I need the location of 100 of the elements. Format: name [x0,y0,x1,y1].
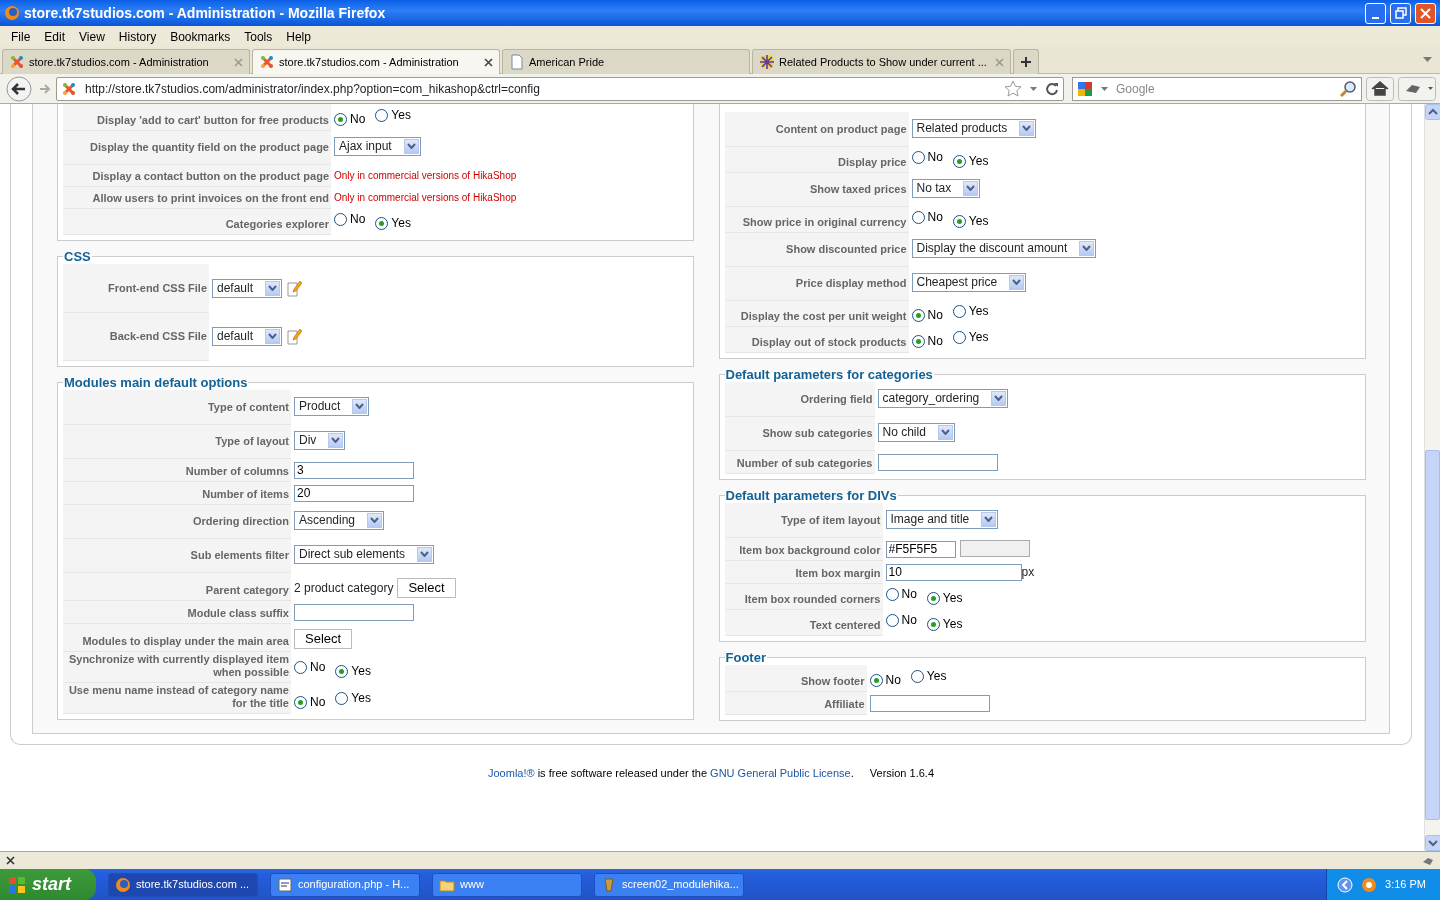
close-tab-icon[interactable] [484,57,493,67]
radio-button[interactable]: Yes [952,152,989,170]
dropdown[interactable]: Ascending [294,510,385,530]
radio-button[interactable]: Yes [926,589,963,608]
radio-button[interactable]: Yes [952,302,989,320]
menu-item[interactable]: History [111,27,164,46]
field-label: Back-end CSS File [109,330,207,344]
taskbar-button[interactable]: www [432,872,582,897]
dropdown[interactable]: Direct sub elements [294,544,435,564]
dropdown[interactable]: Cheapest price [911,272,1027,292]
radio-button[interactable]: No [294,658,326,677]
radio-button[interactable]: No [869,671,901,690]
input-field[interactable] [294,603,414,621]
tray-app-icon[interactable] [1361,876,1378,893]
new-tab-button[interactable] [1012,49,1039,74]
radio-button[interactable]: No [911,208,943,226]
caret-icon [370,517,380,524]
input-field[interactable]: 10 [885,563,1022,581]
input-field[interactable] [877,453,998,471]
expand-tray-icon[interactable] [1337,876,1354,893]
restore-button[interactable] [1390,2,1411,24]
search-field[interactable]: Google [1072,76,1362,101]
menu-item[interactable]: Edit [37,27,73,46]
edit-file-icon[interactable] [286,326,303,345]
radio-button[interactable]: No [911,148,943,166]
dropdown[interactable]: No tax [911,178,981,198]
home-button[interactable] [1366,76,1394,101]
taskbar-button[interactable]: configuration.php - H... [270,872,420,897]
tab-list-arrow-icon[interactable] [1423,57,1432,63]
menu-item[interactable]: File [4,27,38,46]
scrollbar[interactable] [1424,104,1440,851]
restore-icon [1394,7,1407,19]
radio-button[interactable]: Yes [926,615,963,634]
browser-tab[interactable]: store.tk7studios.com - Administration [252,49,500,74]
field-label: Ordering field [800,392,873,406]
back-button[interactable] [4,74,34,103]
start-button[interactable]: start [0,869,96,900]
radio-button[interactable]: Yes [952,328,989,346]
scroll-thumb[interactable] [1425,450,1440,820]
footer-link[interactable]: Joomla!® [488,766,535,779]
search-icon[interactable] [1340,80,1357,97]
close-button[interactable] [1415,2,1436,24]
radio-button[interactable]: Yes [375,214,411,232]
edit-file-icon[interactable] [286,278,303,297]
footer-link[interactable]: GNU General Public License [710,766,851,779]
dropdown[interactable]: Display the discount amount [911,238,1097,258]
browser-tab[interactable]: American Pride [502,49,750,74]
scroll-up-icon[interactable] [1425,104,1440,120]
caret-icon [268,333,278,340]
star-icon[interactable] [1004,80,1022,97]
dropdown[interactable]: Product [294,396,370,416]
radio-button[interactable]: Yes [952,212,989,230]
input-field[interactable]: 3 [294,461,414,479]
scroll-down-icon[interactable] [1425,835,1440,851]
dropdown-arrow-icon[interactable] [1101,86,1108,91]
dropdown[interactable]: No child [877,422,955,442]
notice-text: Only in commercial versions of HikaShop [334,192,517,203]
dropdown[interactable]: Related products [911,118,1037,138]
radio-button[interactable]: Yes [335,662,371,681]
input-field[interactable]: #F5F5F5 [885,540,956,558]
color-swatch[interactable] [959,540,1030,558]
radio-button[interactable]: No [885,611,917,630]
radio-button[interactable]: No [334,110,366,128]
field-label: Number of items [202,487,289,501]
taskbar-button[interactable]: store.tk7studios.com ... [108,872,258,897]
field-label: Modules to display under the main area [82,634,289,648]
dropdown[interactable]: Div [294,430,346,450]
field-label: Text centered [809,618,881,632]
radio-button[interactable]: No [911,306,943,324]
reload-icon[interactable] [1045,81,1059,96]
dropdown[interactable]: default [212,278,283,298]
minimize-icon [1372,16,1379,19]
browser-tab[interactable]: store.tk7studios.com - Administration [2,49,250,74]
taskbar-button[interactable]: screen02_modulehika... [594,872,744,897]
dropdown-arrow-icon[interactable] [1030,86,1037,91]
menu-item[interactable]: Bookmarks [163,27,238,46]
radio-button[interactable]: No [911,332,943,350]
address-bar[interactable]: http://store.tk7studios.com/administrator/index.php?option=com_hikashop&ctrl=config [56,76,1064,101]
addon-button[interactable] [1398,76,1436,101]
menu-item[interactable]: View [72,27,112,46]
menu-item[interactable]: Tools [237,27,280,46]
select-button[interactable]: Select [397,578,456,599]
radio-button[interactable]: No [885,585,917,604]
input-field[interactable] [869,694,990,712]
radio-button[interactable]: Yes [335,689,371,708]
close-icon[interactable] [6,856,15,865]
menu-item[interactable]: Help [279,27,318,46]
dropdown[interactable]: Image and title [885,509,999,529]
minimize-button[interactable] [1365,2,1386,24]
radio-button[interactable]: Yes [910,667,947,686]
dropdown[interactable]: category_ordering [877,388,1009,408]
input-field[interactable]: 20 [294,484,414,502]
radio-button[interactable]: No [294,693,326,712]
radio-button[interactable]: No [334,210,366,228]
browser-tab[interactable]: Related Products to Show under current ... [752,49,1011,74]
radio-button[interactable]: Yes [375,106,411,124]
dropdown[interactable]: Ajax input [334,136,421,156]
field-label: Type of item layout [781,513,881,527]
dropdown[interactable]: default [212,326,283,346]
select-button[interactable]: Select [294,629,353,650]
